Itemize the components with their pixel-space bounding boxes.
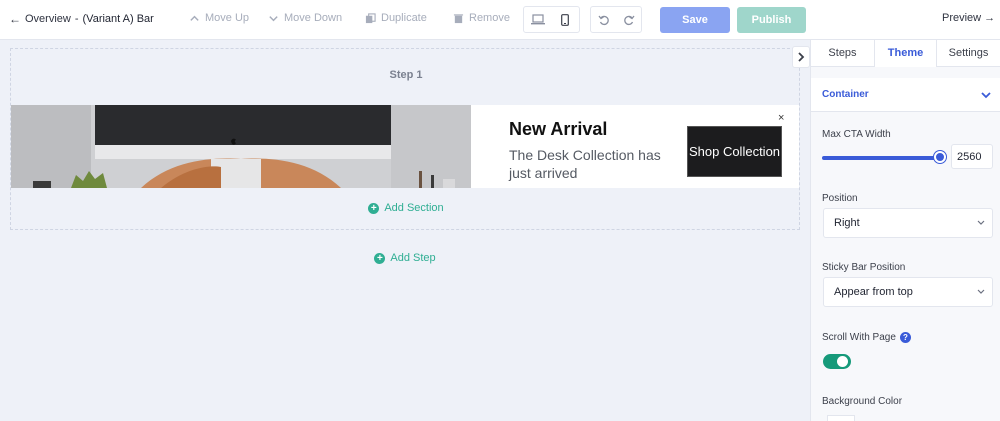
chevron-down-icon bbox=[981, 91, 991, 98]
step-title: Step 1 bbox=[389, 69, 423, 81]
publish-button[interactable]: Publish bbox=[737, 7, 806, 33]
back-arrow-icon[interactable]: ← bbox=[9, 12, 21, 26]
chevron-down-icon bbox=[269, 15, 278, 21]
device-switcher bbox=[523, 6, 580, 33]
move-down-label: Move Down bbox=[284, 12, 343, 24]
sticky-bar-selected-value: Appear from top bbox=[834, 286, 913, 298]
desktop-view-button[interactable] bbox=[524, 7, 552, 32]
close-icon[interactable]: × bbox=[778, 112, 784, 124]
add-step-label: Add Step bbox=[390, 252, 436, 264]
sticky-bar-position-select[interactable]: Appear from top bbox=[823, 277, 993, 307]
tab-steps[interactable]: Steps bbox=[811, 40, 874, 67]
position-label: Position bbox=[822, 193, 858, 204]
scroll-with-page-label: Scroll With Page? bbox=[822, 332, 911, 343]
position-select[interactable]: Right bbox=[823, 208, 993, 238]
redo-icon bbox=[623, 15, 635, 25]
desk-photo bbox=[11, 105, 471, 188]
editor-canvas: Step 1 New Arrival The Desk Collection h… bbox=[0, 40, 810, 421]
max-cta-width-label: Max CTA Width bbox=[822, 129, 891, 140]
step-container[interactable]: Step 1 New Arrival The Desk Collection h… bbox=[10, 48, 800, 230]
remove-label: Remove bbox=[469, 12, 510, 24]
add-step-button[interactable]: + Add Step bbox=[0, 252, 810, 264]
announcement-bar-preview[interactable]: New Arrival The Desk Collection has just… bbox=[11, 105, 799, 188]
sticky-bar-position-label: Sticky Bar Position bbox=[822, 262, 906, 273]
scroll-with-page-toggle[interactable] bbox=[823, 354, 851, 369]
top-bar: ← Overview - (Variant A) Bar Move Up Mov… bbox=[0, 0, 1000, 40]
bar-headline: New Arrival bbox=[509, 119, 608, 139]
max-cta-width-slider-track[interactable] bbox=[822, 156, 941, 160]
scroll-with-page-text: Scroll With Page bbox=[822, 332, 896, 344]
properties-panel: Steps Theme Settings Container Max CTA W… bbox=[810, 40, 1000, 421]
tab-theme[interactable]: Theme bbox=[874, 40, 937, 67]
move-up-label: Move Up bbox=[205, 12, 250, 24]
move-up-button[interactable]: Move Up bbox=[189, 12, 249, 24]
container-section-header[interactable]: Container bbox=[811, 78, 1000, 112]
add-section-label: Add Section bbox=[384, 202, 444, 214]
duplicate-button[interactable]: Duplicate bbox=[365, 12, 427, 24]
undo-icon bbox=[597, 15, 609, 25]
remove-button[interactable]: Remove bbox=[453, 12, 510, 24]
bar-subline: The Desk Collection has just arrived bbox=[509, 147, 661, 181]
breadcrumb[interactable]: ← Overview - (Variant A) Bar bbox=[9, 12, 154, 26]
redo-button[interactable] bbox=[616, 7, 641, 32]
plus-circle-icon: + bbox=[374, 252, 386, 264]
background-color-label: Background Color bbox=[822, 396, 903, 407]
breadcrumb-separator: - bbox=[74, 13, 79, 25]
max-cta-width-slider-handle[interactable] bbox=[934, 151, 946, 163]
tab-settings[interactable]: Settings bbox=[937, 40, 1000, 67]
variant-title: (Variant A) Bar bbox=[82, 13, 154, 25]
save-button[interactable]: Save bbox=[660, 7, 730, 33]
copy-icon bbox=[365, 12, 376, 23]
trash-icon bbox=[453, 13, 464, 23]
shop-collection-button[interactable]: Shop Collection bbox=[687, 126, 782, 177]
chevron-down-icon bbox=[977, 220, 985, 225]
preview-link[interactable]: Preview → bbox=[942, 12, 995, 24]
undo-button[interactable] bbox=[591, 7, 616, 32]
move-down-button[interactable]: Move Down bbox=[268, 12, 342, 24]
overview-link[interactable]: Overview bbox=[25, 13, 71, 25]
background-color-swatch[interactable] bbox=[827, 415, 855, 421]
panel-tabs: Steps Theme Settings bbox=[811, 40, 1000, 67]
collapse-panel-button[interactable] bbox=[792, 46, 810, 68]
chevron-down-icon bbox=[977, 289, 985, 294]
history-controls bbox=[590, 6, 642, 33]
plus-circle-icon: + bbox=[368, 202, 380, 214]
add-section-button[interactable]: + Add Section bbox=[11, 202, 801, 214]
chevron-right-icon bbox=[798, 52, 805, 62]
position-selected-value: Right bbox=[834, 217, 860, 229]
chevron-up-icon bbox=[190, 15, 199, 21]
laptop-icon bbox=[530, 14, 545, 25]
desk-photo-illustration bbox=[11, 105, 471, 188]
toggle-knob bbox=[837, 356, 848, 367]
help-icon[interactable]: ? bbox=[899, 332, 911, 343]
phone-icon bbox=[561, 13, 570, 26]
duplicate-label: Duplicate bbox=[381, 12, 427, 24]
max-cta-width-input[interactable] bbox=[951, 144, 993, 169]
container-section-title: Container bbox=[822, 89, 869, 100]
mobile-view-button[interactable] bbox=[552, 7, 580, 32]
